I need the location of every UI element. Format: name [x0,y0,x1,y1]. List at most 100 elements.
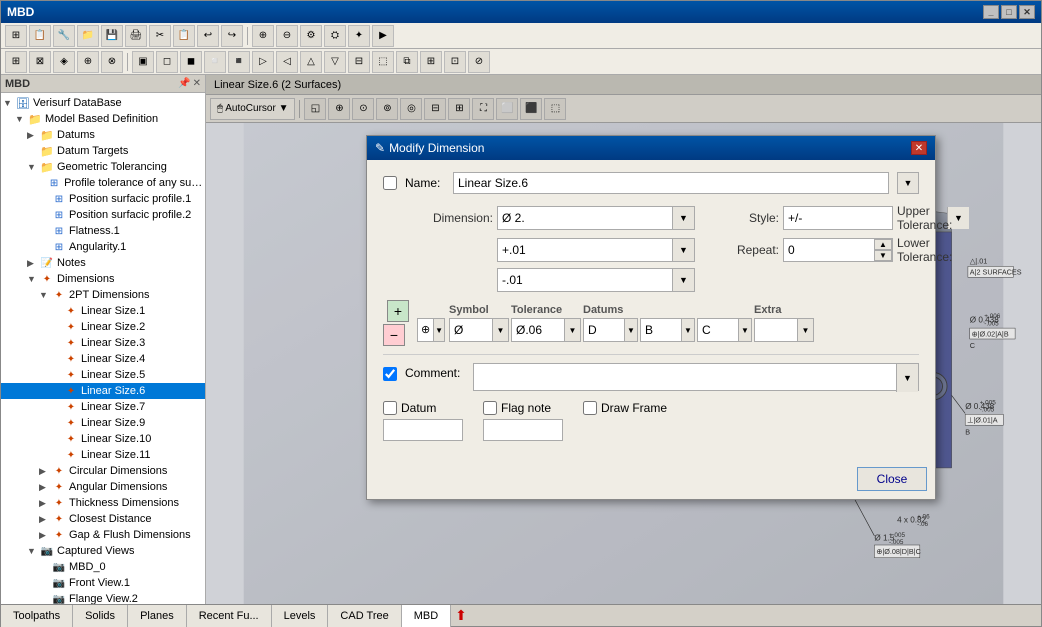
tree-item-gap-flush[interactable]: ▶✦Gap & Flush Dimensions [1,527,205,543]
comment-input[interactable] [474,364,896,390]
name-dropdown-button[interactable]: ▼ [897,172,919,194]
close-button[interactable]: ✕ [1019,5,1035,19]
symbol-value-input[interactable] [450,319,492,341]
tree-expand-icon-notes[interactable]: ▶ [27,258,39,269]
toolbar2-btn-1[interactable]: ⊞ [5,51,27,73]
tree-item-datum-targets[interactable]: 📁Datum Targets [1,143,205,159]
flag-note-value-input[interactable] [483,419,563,441]
tree-item-ls10[interactable]: ✦Linear Size.10 [1,431,205,447]
toolbar2-btn-6[interactable]: ▣ [132,51,154,73]
toolbar2-btn-20[interactable]: ⊘ [468,51,490,73]
tree-item-closest[interactable]: ▶✦Closest Distance [1,511,205,527]
remove-tolerance-row-button[interactable]: − [383,324,405,346]
lower-tolerance-input[interactable] [498,269,672,291]
status-tab-toolpaths[interactable]: Toolpaths [1,605,73,627]
toolbar2-btn-10[interactable]: ◾ [228,51,250,73]
toolbar2-btn-17[interactable]: ⧉ [396,51,418,73]
flag-note-checkbox[interactable] [483,401,497,415]
extra-dropdown[interactable]: ▼ [797,319,813,341]
tree-item-ls2[interactable]: ✦Linear Size.2 [1,319,205,335]
tree-item-profile1[interactable]: ⊞Profile tolerance of any surface.1 [1,175,205,191]
tree-expand-icon-datums[interactable]: ▶ [27,130,39,141]
toolbar2-btn-18[interactable]: ⊞ [420,51,442,73]
toolbar2-btn-5[interactable]: ⊗ [101,51,123,73]
extra-input[interactable] [755,319,797,341]
toolbar2-btn-14[interactable]: ▽ [324,51,346,73]
toolbar2-btn-4[interactable]: ⊕ [77,51,99,73]
tree-item-position2[interactable]: ⊞Position surfacic profile.2 [1,207,205,223]
toolbar-btn-3[interactable]: 🔧 [53,25,75,47]
comment-dropdown-button[interactable]: ▼ [896,364,918,392]
repeat-input[interactable] [784,239,874,261]
toolbar-btn-7[interactable]: ✂ [149,25,171,47]
toolbar2-btn-15[interactable]: ⊟ [348,51,370,73]
toolbar2-btn-7[interactable]: ◻ [156,51,178,73]
comment-checkbox[interactable] [383,367,397,381]
datum2-dropdown[interactable]: ▼ [681,319,694,341]
toolbar2-btn-11[interactable]: ▷ [252,51,274,73]
name-input[interactable] [453,172,889,194]
status-tab-mbd[interactable]: MBD [402,605,451,627]
repeat-down-button[interactable]: ▼ [874,250,892,261]
tree-item-flatness1[interactable]: ⊞Flatness.1 [1,223,205,239]
tree-expand-icon-thick-dim[interactable]: ▶ [39,498,51,509]
tree-item-frontview1[interactable]: 📷Front View.1 [1,575,205,591]
datum3-input[interactable] [698,319,738,341]
toolbar-btn-5[interactable]: 💾 [101,25,123,47]
toolbar-btn-15[interactable]: ✦ [348,25,370,47]
toolbar-btn-6[interactable]: 🖨 [125,25,147,47]
tree-item-ls3[interactable]: ✦Linear Size.3 [1,335,205,351]
toolbar-btn-16[interactable]: ▶ [372,25,394,47]
toolbar-btn-12[interactable]: ⊖ [276,25,298,47]
dimension-input[interactable] [498,207,672,229]
tree-item-ls5[interactable]: ✦Linear Size.5 [1,367,205,383]
toolbar2-btn-12[interactable]: ◁ [276,51,298,73]
tree-item-ls6[interactable]: ✦Linear Size.6 [1,383,205,399]
minimize-button[interactable]: _ [983,5,999,19]
repeat-up-button[interactable]: ▲ [874,239,892,250]
toolbar-btn-14[interactable]: ⛭ [324,25,346,47]
datum-checkbox[interactable] [383,401,397,415]
name-checkbox[interactable] [383,176,397,190]
status-tab-solids[interactable]: Solids [73,605,128,627]
maximize-button[interactable]: □ [1001,5,1017,19]
tree-expand-icon-captured-views[interactable]: ▼ [27,546,39,556]
tree-item-ls1[interactable]: ✦Linear Size.1 [1,303,205,319]
close-dialog-button[interactable]: Close [857,467,927,491]
tree-expand-icon-mbd[interactable]: ▼ [15,114,27,124]
tree-item-ang-dim[interactable]: ▶✦Angular Dimensions [1,479,205,495]
toolbar-btn-1[interactable]: ⊞ [5,25,27,47]
toolbar-btn-4[interactable]: 📁 [77,25,99,47]
toolbar-btn-9[interactable]: ↩ [197,25,219,47]
symbol-value-dropdown[interactable]: ▼ [492,319,508,341]
toolbar2-btn-13[interactable]: △ [300,51,322,73]
tree-item-thick-dim[interactable]: ▶✦Thickness Dimensions [1,495,205,511]
tree-item-2pt-dim[interactable]: ▼✦2PT Dimensions [1,287,205,303]
tree-item-geo-tol[interactable]: ▼📁Geometric Tolerancing [1,159,205,175]
tree-expand-icon-2pt-dim[interactable]: ▼ [39,290,51,300]
draw-frame-checkbox[interactable] [583,401,597,415]
toolbar-btn-8[interactable]: 📋 [173,25,195,47]
toolbar2-btn-2[interactable]: ⊠ [29,51,51,73]
status-tab-planes[interactable]: Planes [128,605,187,627]
tree-expand-icon-gap-flush[interactable]: ▶ [39,530,51,541]
datum1-input[interactable] [584,319,624,341]
datum3-dropdown[interactable]: ▼ [738,319,751,341]
tree-item-captured-views[interactable]: ▼📷Captured Views [1,543,205,559]
tree-item-mbd0[interactable]: 📷MBD_0 [1,559,205,575]
status-tab-levels[interactable]: Levels [272,605,329,627]
status-tab-cad-tree[interactable]: CAD Tree [328,605,401,627]
tolerance-value-dropdown[interactable]: ▼ [564,319,580,341]
toolbar-btn-10[interactable]: ↪ [221,25,243,47]
toolbar2-btn-9[interactable]: ◽ [204,51,226,73]
tree-item-position1[interactable]: ⊞Position surfacic profile.1 [1,191,205,207]
upper-tol-dropdown-button[interactable]: ▼ [672,239,694,261]
datum1-dropdown[interactable]: ▼ [624,319,637,341]
symbol-prefix-dropdown[interactable]: ▼ [433,319,444,341]
close-panel-button[interactable]: ✕ [193,78,201,89]
tree-item-datums[interactable]: ▶📁Datums [1,127,205,143]
tree-item-circ-dim[interactable]: ▶✦Circular Dimensions [1,463,205,479]
tolerance-value-input[interactable] [512,319,564,341]
tree-expand-icon-dimensions[interactable]: ▼ [27,274,39,284]
toolbar-btn-13[interactable]: ⚙ [300,25,322,47]
